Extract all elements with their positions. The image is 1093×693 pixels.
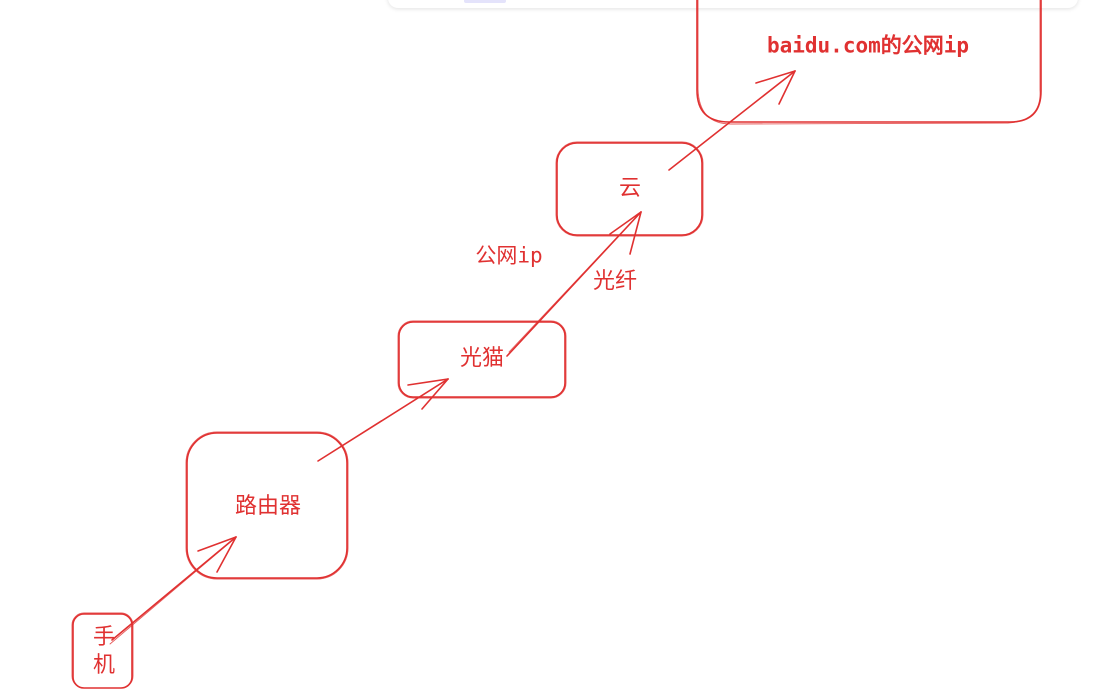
arrow-router-to-modem[interactable]: [317, 378, 449, 462]
modem-node-label: 光猫: [459, 345, 505, 371]
router-node-label: 路由器: [234, 493, 302, 519]
whiteboard-canvas[interactable]: 手机 路由器 光猫 云 baidu.com的公网ip 公网ip 光纤: [0, 0, 1093, 693]
phone-node-label: 手机: [92, 625, 115, 678]
diagram-sketch: [71, 0, 1042, 689]
fiber-annotation: 光纤: [592, 268, 638, 294]
baidu-node-box[interactable]: [696, 0, 1042, 125]
cloud-node-label: 云: [618, 175, 642, 201]
arrow-phone-to-router[interactable]: [109, 536, 237, 645]
arrow-cloud-to-baidu[interactable]: [668, 70, 796, 171]
public-ip-annotation: 公网ip: [475, 243, 543, 268]
baidu-node-label: baidu.com的公网ip: [766, 33, 970, 58]
